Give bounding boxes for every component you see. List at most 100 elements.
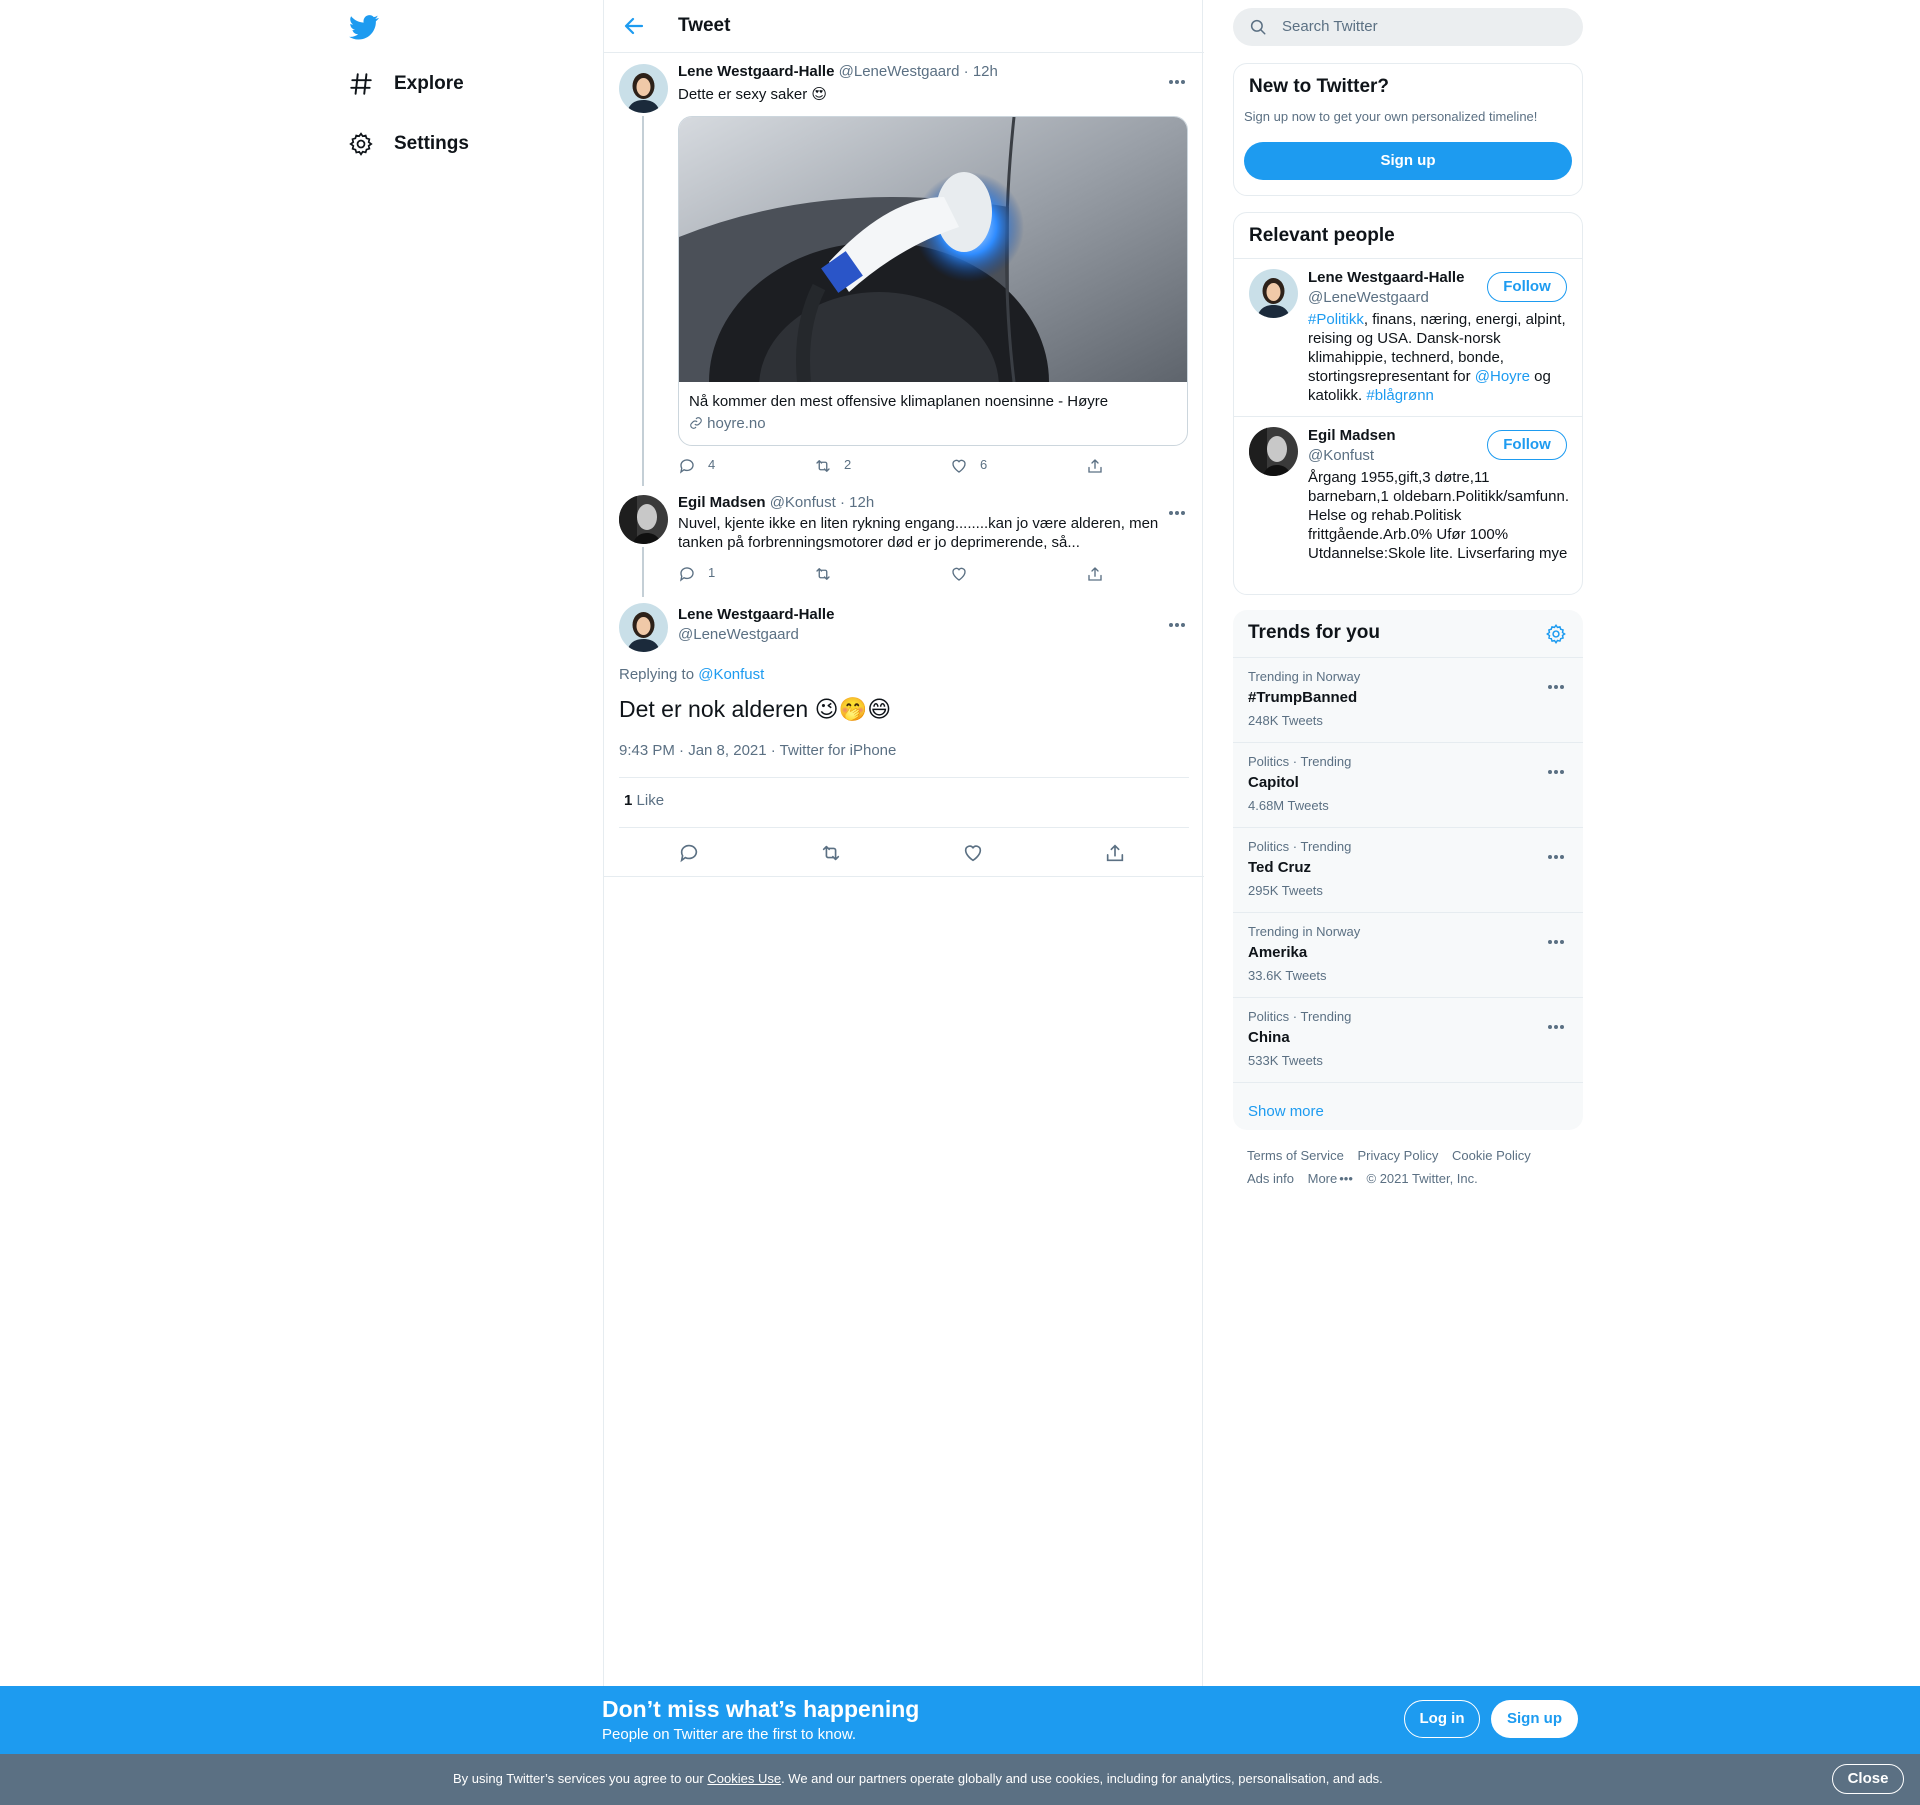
banner-signup-button[interactable]: Sign up: [1491, 1700, 1578, 1738]
tweet-1-reply-count: 4: [708, 457, 716, 472]
trend-count: 4.68M Tweets: [1248, 798, 1329, 813]
avatar[interactable]: [1249, 427, 1298, 476]
cookies-use-link[interactable]: Cookies Use: [707, 1771, 781, 1786]
more-icon[interactable]: [1548, 761, 1568, 774]
hashtag-link[interactable]: #blågrønn: [1366, 387, 1434, 404]
retweet-icon[interactable]: [820, 842, 842, 864]
avatar[interactable]: [1249, 269, 1298, 318]
twitter-logo-icon[interactable]: [348, 12, 380, 42]
tweet-2-time[interactable]: · 12h: [840, 494, 874, 511]
divider: [619, 777, 1189, 778]
tweet-2-reply-button[interactable]: 1: [678, 565, 814, 583]
more-icon[interactable]: [1548, 1016, 1568, 1029]
tweet-1-more-icon[interactable]: [1169, 71, 1189, 84]
trend-context: Trending in Norway: [1248, 669, 1361, 684]
footer-links-row-2: Ads info More ••• © 2021 Twitter, Inc.: [1247, 1171, 1488, 1186]
show-more-link[interactable]: Show more: [1248, 1103, 1324, 1120]
tweet-1-retweet-button[interactable]: 2: [814, 457, 950, 475]
share-icon[interactable]: [1104, 842, 1126, 864]
heart-eyes-emoji: 😍: [811, 86, 828, 103]
trend-context: Politics · Trending: [1248, 754, 1352, 769]
tweet-2-share-button[interactable]: [1086, 565, 1222, 583]
trend-count: 533K Tweets: [1248, 1053, 1323, 1068]
person-lene[interactable]: Lene Westgaard-Halle @LeneWestgaard Foll…: [1234, 258, 1582, 416]
link-card[interactable]: Nå kommer den mest offensive klimaplanen…: [678, 116, 1188, 446]
trend-item[interactable]: Trending in Norway Amerika 33.6K Tweets: [1233, 912, 1583, 997]
likes-summary[interactable]: 1 Like: [624, 792, 664, 809]
reply-icon[interactable]: [678, 842, 700, 864]
tweet-1-text: Dette er sexy saker: [678, 86, 808, 103]
avatar-lene[interactable]: [619, 64, 668, 113]
replying-to-link[interactable]: @Konfust: [698, 666, 764, 683]
more-icon[interactable]: [1548, 846, 1568, 859]
trends-box: Trends for you Trending in Norway #Trump…: [1233, 610, 1583, 1130]
main-column: Tweet Lene Westgaard-Halle @LeneWestgaar…: [603, 0, 1204, 1686]
avatar-egil[interactable]: [619, 495, 668, 544]
focus-author-handle[interactable]: @LeneWestgaard: [678, 626, 799, 643]
thread-line: [642, 116, 644, 486]
mention-link[interactable]: @Hoyre: [1475, 368, 1530, 385]
tweet-2-more-icon[interactable]: [1169, 502, 1189, 515]
follow-button[interactable]: Follow: [1487, 430, 1567, 460]
tweet-1-author-name[interactable]: Lene Westgaard-Halle: [678, 63, 834, 80]
more-icon[interactable]: [1548, 676, 1568, 689]
trend-item[interactable]: Politics · Trending China 533K Tweets: [1233, 997, 1583, 1082]
tweet-2-handle[interactable]: @Konfust: [770, 494, 836, 511]
signup-banner: Don’t miss what’s happening People on Tw…: [0, 1686, 1920, 1754]
search-input[interactable]: Search Twitter: [1233, 8, 1583, 46]
trend-item[interactable]: Trending in Norway #TrumpBanned 248K Twe…: [1233, 657, 1583, 742]
new-to-twitter-box: New to Twitter? Sign up now to get your …: [1233, 63, 1583, 196]
avatar-lene-focus[interactable]: [619, 603, 668, 652]
share-icon: [1088, 567, 1102, 581]
login-button[interactable]: Log in: [1404, 1700, 1480, 1738]
cookie-policy-link[interactable]: Cookie Policy: [1452, 1148, 1531, 1163]
like-count: 1: [624, 792, 633, 809]
nav-settings[interactable]: Settings: [348, 122, 469, 166]
privacy-link[interactable]: Privacy Policy: [1357, 1148, 1438, 1163]
tweet-1-like-button[interactable]: 6: [950, 457, 1086, 475]
tweet-1-reply-button[interactable]: 4: [678, 457, 814, 475]
search-icon: [1250, 19, 1266, 35]
person-handle: @Konfust: [1308, 447, 1375, 464]
more-link[interactable]: More •••: [1308, 1171, 1353, 1186]
trend-name: China: [1248, 1029, 1290, 1046]
trend-item[interactable]: Politics · Trending Ted Cruz 295K Tweets: [1233, 827, 1583, 912]
search-placeholder: Search Twitter: [1282, 18, 1378, 35]
nav-explore[interactable]: Explore: [348, 62, 464, 106]
focus-more-icon[interactable]: [1169, 614, 1189, 627]
follow-button[interactable]: Follow: [1487, 272, 1567, 302]
heart-icon[interactable]: [962, 842, 984, 864]
trend-count: 295K Tweets: [1248, 883, 1323, 898]
share-icon: [1088, 459, 1102, 473]
sidebar-signup-button[interactable]: Sign up: [1244, 142, 1572, 180]
tweet-2-reply-count: 1: [708, 565, 716, 580]
tweet-1-time[interactable]: · 12h: [964, 63, 998, 80]
back-arrow-icon[interactable]: [622, 14, 646, 38]
trend-name: Ted Cruz: [1248, 859, 1312, 876]
ads-info-link[interactable]: Ads info: [1247, 1171, 1294, 1186]
tweet-1-text-wrap: Dette er sexy saker 😍: [678, 85, 827, 104]
trend-context: Politics · Trending: [1248, 839, 1352, 854]
tweet-2-author-name[interactable]: Egil Madsen: [678, 494, 766, 511]
terms-link[interactable]: Terms of Service: [1247, 1148, 1344, 1163]
focus-meta[interactable]: 9:43 PM · Jan 8, 2021 · Twitter for iPho…: [619, 742, 896, 759]
tweet-header: Tweet: [604, 0, 1204, 53]
card-image-ev-charger: [679, 117, 1187, 382]
person-name: Egil Madsen: [1308, 427, 1396, 444]
tweet-2-retweet-button[interactable]: [814, 565, 950, 583]
focus-emojis: 😉🤭😄: [814, 696, 892, 722]
banner-subtitle: People on Twitter are the first to know.: [602, 1726, 857, 1743]
more-icon[interactable]: [1548, 931, 1568, 944]
cookie-close-button[interactable]: Close: [1832, 1764, 1904, 1794]
person-bio: Årgang 1955,gift,3 døtre,11 barnebarn,1 …: [1308, 469, 1569, 562]
tweet-2-like-button[interactable]: [950, 565, 1086, 583]
reply-icon: [679, 567, 694, 582]
tweet-1-share-button[interactable]: [1086, 457, 1222, 475]
focus-author-name[interactable]: Lene Westgaard-Halle: [678, 606, 834, 623]
person-egil[interactable]: Egil Madsen @Konfust Follow Årgang 1955,…: [1234, 416, 1582, 594]
tweet-1-handle[interactable]: @LeneWestgaard: [839, 63, 960, 80]
trend-item[interactable]: Politics · Trending Capitol 4.68M Tweets: [1233, 742, 1583, 827]
hashtag-link[interactable]: #Politikk: [1308, 311, 1364, 328]
page: Explore Settings Tweet Lene Westgaard-Ha…: [0, 0, 1920, 1805]
gear-icon[interactable]: [1545, 623, 1567, 645]
